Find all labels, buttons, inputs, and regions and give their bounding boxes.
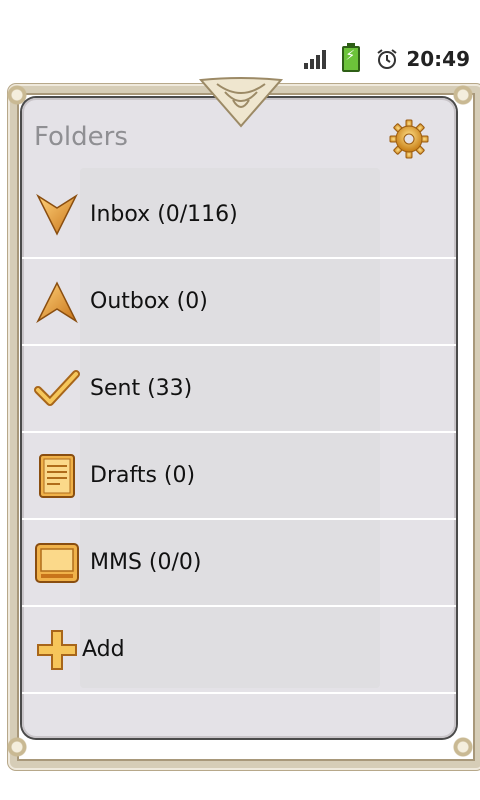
folder-item-add[interactable]: Add [22, 607, 456, 694]
status-time: 20:49 [406, 47, 470, 71]
folder-list: Inbox (0/116) Outbox (0) Sent (33) Draft… [22, 172, 456, 694]
status-bar: 20:49 [0, 40, 480, 78]
folder-label: MMS (0/0) [90, 550, 202, 575]
folder-item-outbox[interactable]: Outbox (0) [22, 259, 456, 346]
signal-icon [304, 49, 327, 69]
folder-label: Drafts (0) [90, 463, 196, 488]
add-icon [37, 629, 77, 670]
folders-panel: Folders Inbox (0/116) Outbox (0) Sent (3… [22, 98, 456, 738]
sent-icon [34, 369, 80, 406]
drafts-icon [39, 453, 75, 498]
folder-label: Add [82, 637, 125, 662]
gear-icon[interactable] [388, 118, 430, 160]
mms-icon [35, 542, 79, 583]
folder-label: Inbox (0/116) [90, 202, 238, 227]
folder-item-inbox[interactable]: Inbox (0/116) [22, 172, 456, 259]
outbox-icon [36, 280, 78, 323]
folder-label: Outbox (0) [90, 289, 208, 314]
battery-icon [342, 43, 361, 72]
folder-item-sent[interactable]: Sent (33) [22, 346, 456, 433]
frame-crest-ornament [198, 77, 284, 128]
folder-label: Sent (33) [90, 376, 193, 401]
folder-item-drafts[interactable]: Drafts (0) [22, 433, 456, 520]
page-title: Folders [34, 122, 128, 152]
alarm-icon [377, 49, 397, 69]
folder-item-mms[interactable]: MMS (0/0) [22, 520, 456, 607]
inbox-icon [36, 193, 78, 236]
frame-corner-ornament [446, 730, 480, 764]
